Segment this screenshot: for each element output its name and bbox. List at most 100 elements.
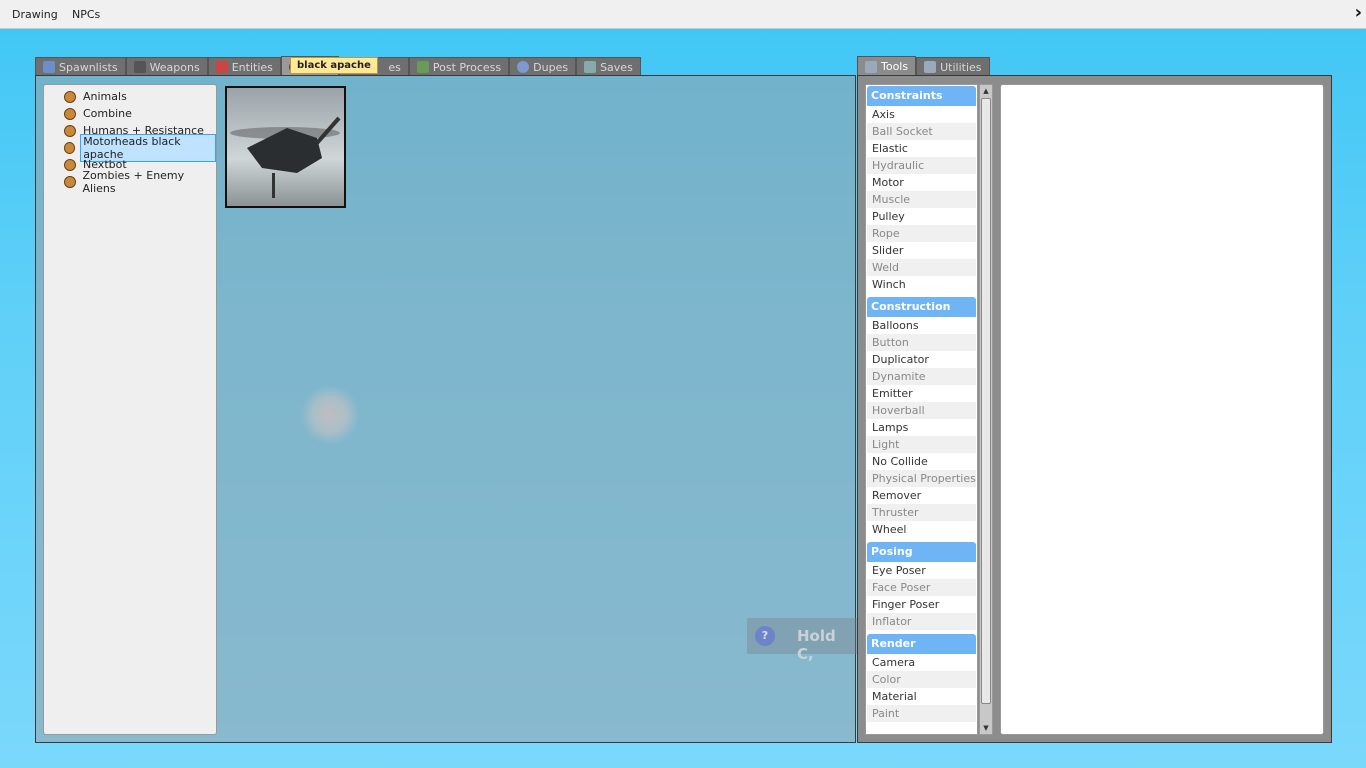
tool-item[interactable]: Eye Poser xyxy=(867,562,976,579)
category-animals[interactable]: Animals xyxy=(64,89,129,104)
monkey-icon xyxy=(64,175,76,188)
helicopter-icon xyxy=(230,116,341,198)
tool-item[interactable]: Lamps xyxy=(867,419,976,436)
section-items: Eye Poser Face Poser Finger Poser Inflator xyxy=(866,562,977,630)
tool-item[interactable]: Remover xyxy=(867,487,976,504)
hint-popup: ? Hold C, xyxy=(747,618,857,663)
tab-label: Spawnlists xyxy=(59,60,118,74)
tool-item[interactable]: Hoverball xyxy=(867,402,976,419)
tool-item[interactable]: Thruster xyxy=(867,504,976,521)
utilities-icon xyxy=(924,61,937,73)
help-icon: ? xyxy=(755,626,775,646)
section-items: Balloons Button Duplicator Dynamite Emitter H… xyxy=(866,317,977,538)
tool-item[interactable]: Camera xyxy=(867,654,976,671)
scroll-down-icon[interactable]: ▼ xyxy=(980,722,992,734)
dupe-icon xyxy=(517,61,530,73)
tool-item[interactable]: Button xyxy=(867,334,976,351)
tool-properties-panel xyxy=(1000,84,1324,735)
section-header[interactable]: Constraints xyxy=(867,86,976,106)
tab-label: Entities xyxy=(231,60,273,74)
tool-item[interactable]: Axis xyxy=(867,106,976,123)
tool-item[interactable]: Motor xyxy=(867,174,976,191)
tool-item[interactable]: Color xyxy=(867,671,976,688)
scrollbar-thumb[interactable] xyxy=(981,98,991,704)
tool-item[interactable]: Slider xyxy=(867,242,976,259)
monkey-icon xyxy=(64,158,76,171)
monkey-icon xyxy=(64,141,76,154)
tool-item[interactable]: Ball Socket xyxy=(867,123,976,140)
section-items: Axis Ball Socket Elastic Hydraulic Motor Musc… xyxy=(866,106,977,293)
tool-item[interactable]: Light xyxy=(867,436,976,453)
tab-label: es xyxy=(388,60,401,74)
tool-item[interactable]: Wheel xyxy=(867,521,976,538)
scroll-up-icon[interactable]: ▲ xyxy=(980,85,992,97)
menu-bar: Drawing NPCs › xyxy=(0,0,1366,29)
tool-item[interactable]: Rope xyxy=(867,225,976,242)
tab-post-process[interactable]: Post Process xyxy=(408,57,510,76)
category-label: Combine xyxy=(83,107,132,120)
tool-item[interactable]: Finger Poser xyxy=(867,596,976,613)
tab-label: Saves xyxy=(600,60,633,74)
save-icon xyxy=(584,61,597,73)
tooltip: black apache xyxy=(290,57,378,74)
tab-dupes[interactable]: Dupes xyxy=(509,57,577,76)
tool-item[interactable]: Paint xyxy=(867,705,976,722)
tool-list-scrollbar[interactable]: ▲ ▼ xyxy=(979,84,993,735)
tab-label: Weapons xyxy=(149,60,200,74)
tool-item[interactable]: Inflator xyxy=(867,613,976,630)
category-label: Zombies + Enemy Aliens xyxy=(82,168,185,195)
menu-npcs[interactable]: NPCs xyxy=(72,8,100,21)
tool-list: Constraints Axis Ball Socket Elastic Hydraul… xyxy=(865,84,978,735)
cubes-icon xyxy=(215,61,228,73)
monkey-icon xyxy=(64,124,76,137)
picture-icon xyxy=(416,61,429,73)
tool-item[interactable]: Physical Properties xyxy=(867,470,976,487)
tab-label: Post Process xyxy=(432,60,502,74)
category-motorheads[interactable]: Motorheads black apache xyxy=(64,133,216,162)
tool-item[interactable]: Elastic xyxy=(867,140,976,157)
tab-spawnlists[interactable]: Spawnlists xyxy=(35,57,126,76)
grid-icon xyxy=(43,61,55,73)
npc-category-tree: Animals Combine Humans + Resistance Moto… xyxy=(43,84,217,735)
tool-item[interactable]: Weld xyxy=(867,259,976,276)
tool-item[interactable]: No Collide xyxy=(867,453,976,470)
category-label: Animals xyxy=(83,90,127,103)
tool-item[interactable]: Emitter xyxy=(867,385,976,402)
tab-weapons[interactable]: Weapons xyxy=(125,57,208,76)
section-header[interactable]: Construction xyxy=(867,297,976,317)
tab-entities[interactable]: Entities xyxy=(207,57,281,76)
tab-label: Dupes xyxy=(533,60,569,74)
tool-item[interactable]: Hydraulic xyxy=(867,157,976,174)
wrench-icon xyxy=(865,60,877,73)
monkey-icon xyxy=(64,107,76,120)
tool-item[interactable]: Balloons xyxy=(867,317,976,334)
section-header[interactable]: Posing xyxy=(867,542,976,562)
category-zombies[interactable]: Zombies + Enemy Aliens xyxy=(64,169,216,195)
section-items: Camera Color Material Paint xyxy=(866,654,977,722)
tool-item[interactable]: Material xyxy=(867,688,976,705)
tool-item[interactable]: Duplicator xyxy=(867,351,976,368)
toolmenu-tabs: Tools Utilities xyxy=(857,56,990,76)
section-header[interactable]: Render xyxy=(867,634,976,654)
tool-item[interactable]: Muscle xyxy=(867,191,976,208)
tab-utilities[interactable]: Utilities xyxy=(916,57,990,76)
chevron-right-icon[interactable]: › xyxy=(1355,2,1362,23)
hint-text: Hold C, xyxy=(797,627,836,663)
tool-item[interactable]: Winch xyxy=(867,276,976,293)
tab-tools[interactable]: Tools xyxy=(857,56,917,76)
menu-drawing[interactable]: Drawing xyxy=(12,8,58,21)
category-combine[interactable]: Combine xyxy=(64,106,134,121)
tab-label: Tools xyxy=(881,60,909,73)
tab-saves[interactable]: Saves xyxy=(576,57,641,76)
tab-label: Utilities xyxy=(940,60,982,74)
npc-spawnicon-black-apache[interactable] xyxy=(225,86,346,208)
tool-item[interactable]: Dynamite xyxy=(867,368,976,385)
monkey-icon xyxy=(64,90,76,103)
tool-item[interactable]: Pulley xyxy=(867,208,976,225)
tool-item[interactable]: Face Poser xyxy=(867,579,976,596)
gun-icon xyxy=(133,61,146,73)
